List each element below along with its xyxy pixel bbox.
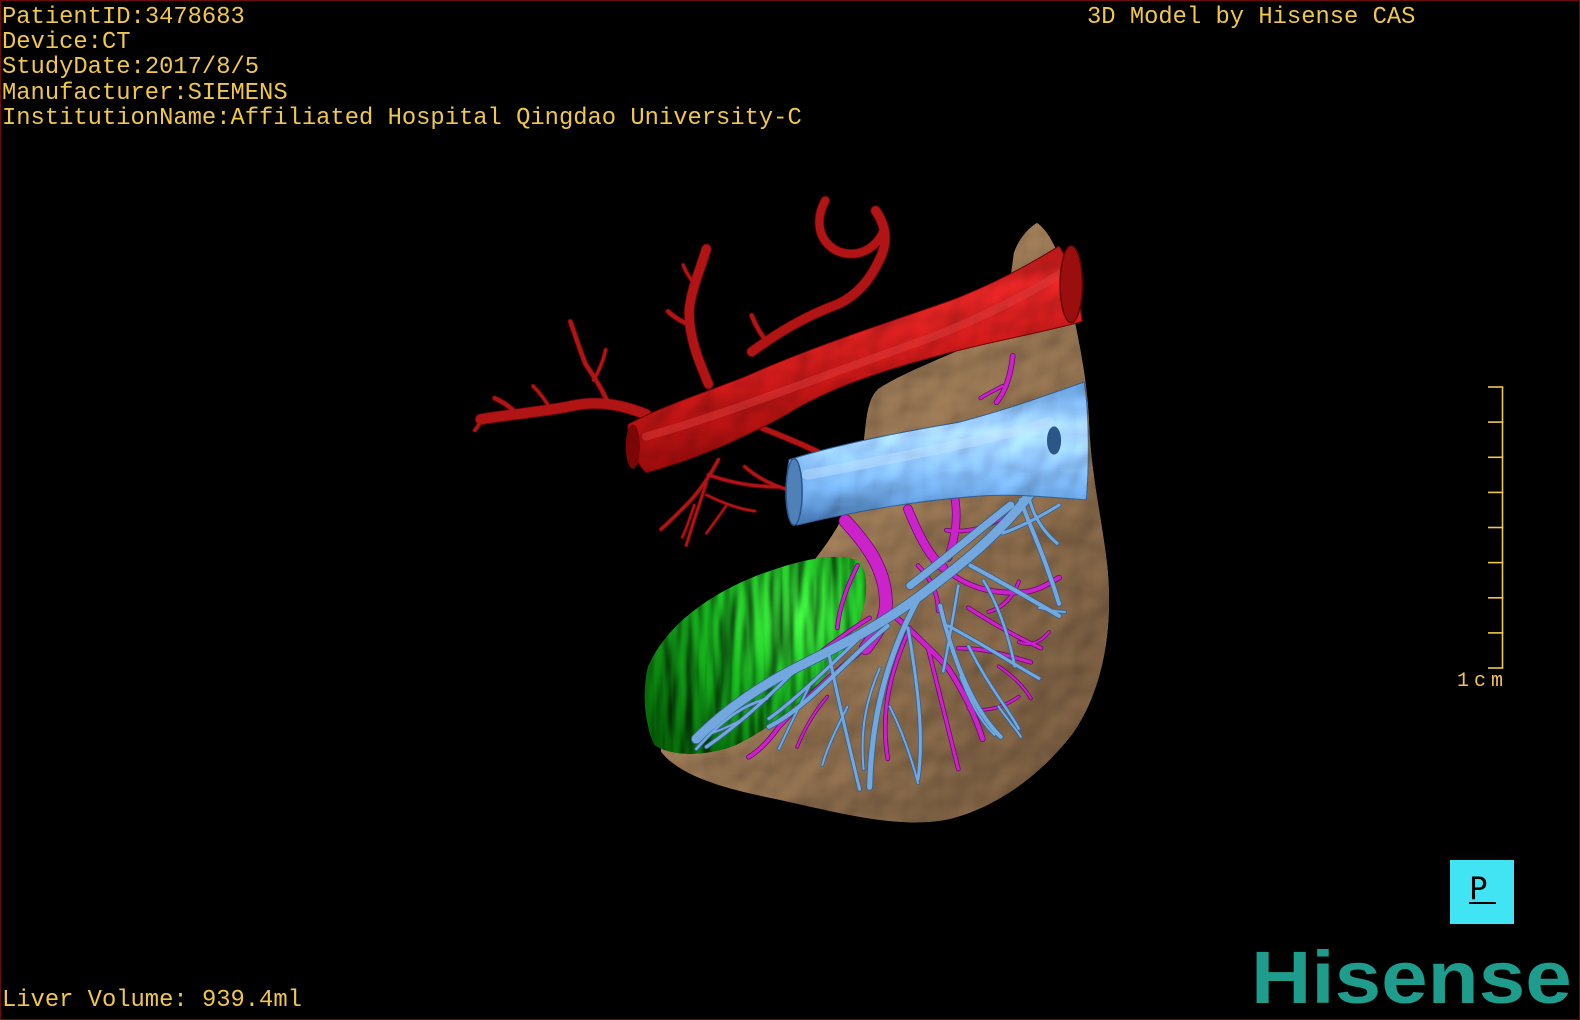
study-date-value: 2017/8/5 bbox=[144, 54, 260, 82]
institution-line: InstitutionName:Affiliated Hospital Qing… bbox=[2, 106, 802, 131]
liver-volume-readout: Liver Volume: 939.4ml bbox=[2, 988, 302, 1013]
vena-cava-opening bbox=[1046, 426, 1062, 455]
artery-branch bbox=[705, 503, 728, 535]
patient-id-line: PatientID:3478683 bbox=[2, 5, 802, 30]
institution-label: InstitutionName: bbox=[2, 104, 231, 132]
study-date-line: StudyDate:2017/8/5 bbox=[2, 55, 802, 80]
manufacturer-label: Manufacturer: bbox=[2, 79, 188, 107]
study-date-label: StudyDate: bbox=[2, 54, 145, 82]
artery-trunk-left-cap bbox=[625, 424, 640, 469]
orientation-label: P bbox=[1469, 874, 1496, 905]
artery-trunk-end-cap bbox=[1059, 245, 1084, 324]
patient-info-overlay: PatientID:3478683 Device:CT StudyDate:20… bbox=[2, 5, 802, 131]
viewer-frame: PatientID:3478683 Device:CT StudyDate:20… bbox=[0, 0, 1580, 1020]
orientation-cube-icon[interactable]: P bbox=[1450, 860, 1514, 924]
artery-branch bbox=[592, 348, 608, 382]
3d-viewport[interactable] bbox=[1, 1, 1580, 1020]
artery-branch bbox=[749, 313, 769, 344]
device-value: CT bbox=[101, 29, 131, 57]
vena-cava-left-cap bbox=[785, 457, 803, 526]
liver-volume-label: Liver Volume: bbox=[2, 987, 188, 1014]
manufacturer-value: SIEMENS bbox=[187, 79, 288, 107]
scale-bar-label: 1cm bbox=[1457, 670, 1509, 693]
institution-value: Affiliated Hospital Qingdao University-C bbox=[230, 104, 802, 132]
artery-branch bbox=[760, 425, 822, 456]
scale-bar bbox=[1488, 386, 1504, 669]
device-line: Device:CT bbox=[2, 30, 802, 55]
patient-id-value: 3478683 bbox=[144, 4, 245, 31]
hisense-logo: Hisense bbox=[1251, 936, 1572, 1019]
manufacturer-line: Manufacturer:SIEMENS bbox=[2, 79, 802, 107]
liver-volume-value: 939.4ml bbox=[201, 987, 302, 1014]
patient-id-label: PatientID: bbox=[2, 4, 145, 31]
model-credit: 3D Model by Hisense CAS bbox=[1087, 4, 1416, 31]
device-label: Device: bbox=[2, 29, 102, 57]
